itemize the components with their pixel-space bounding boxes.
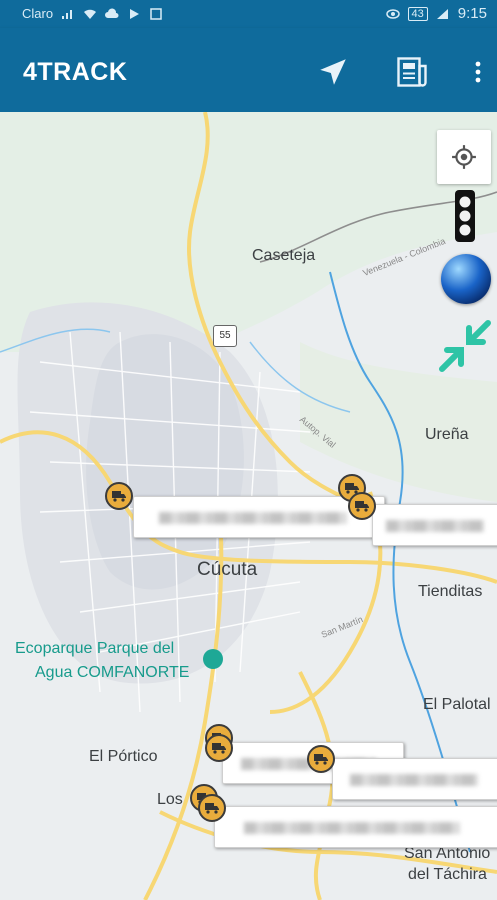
truck-icon xyxy=(205,803,219,814)
truck-marker[interactable] xyxy=(307,745,335,773)
more-vert-icon xyxy=(475,61,481,83)
truck-icon xyxy=(212,743,226,754)
map-view[interactable]: Caseteja 55 Venezuela - Colombia Autop. … xyxy=(0,112,497,900)
app-title: 4TRACK xyxy=(23,58,128,86)
vehicle-info-bubble[interactable] xyxy=(133,496,385,538)
vehicle-info-bubble[interactable] xyxy=(372,504,497,546)
map-label-caseteja: Caseteja xyxy=(252,247,316,264)
truck-marker[interactable] xyxy=(198,794,226,822)
truck-marker[interactable] xyxy=(205,734,233,762)
vehicle-info-redacted xyxy=(159,512,347,524)
status-bar: Claro 43 9:15 xyxy=(0,0,497,28)
eye-icon xyxy=(385,8,400,19)
vehicle-info-bubble[interactable] xyxy=(332,758,497,800)
more-button[interactable] xyxy=(458,52,497,92)
cloud-icon xyxy=(105,7,119,18)
app-bar: 4TRACK xyxy=(0,28,497,112)
map-label-tienditas: Tienditas xyxy=(418,583,483,600)
map-label-urena: Ureña xyxy=(425,426,469,443)
cell-signal-icon xyxy=(436,8,448,19)
vehicle-info-redacted xyxy=(350,774,478,786)
news-icon xyxy=(150,7,162,20)
vehicle-info-redacted xyxy=(243,822,460,834)
map-label-el-portico: El Pórtico xyxy=(89,748,158,765)
carrier-name: Claro xyxy=(22,6,54,21)
vehicle-info-redacted xyxy=(386,520,484,532)
navigation-arrow-icon xyxy=(320,59,346,85)
battery-indicator: 43 xyxy=(407,6,428,21)
truck-icon xyxy=(314,754,328,765)
battery-level: 43 xyxy=(411,7,424,20)
navigation-button[interactable] xyxy=(313,52,353,92)
highway-number: 55 xyxy=(219,330,231,341)
highway-shield: 55 xyxy=(213,325,237,347)
park-poi-icon[interactable] xyxy=(203,649,223,669)
map-label-ecoparque: Ecoparque Parque del xyxy=(15,640,175,657)
report-button[interactable] xyxy=(392,52,432,92)
collapse-button[interactable] xyxy=(436,318,494,374)
globe-icon[interactable] xyxy=(441,254,491,304)
truck-icon xyxy=(355,501,369,512)
truck-marker[interactable] xyxy=(105,482,133,510)
map-label-los: Los xyxy=(157,791,183,808)
wifi-icon xyxy=(84,9,97,19)
map-label-ecoparque-2: Agua COMFANORTE xyxy=(35,664,190,681)
traffic-light-icon xyxy=(455,190,475,242)
truck-marker[interactable] xyxy=(348,492,376,520)
map-label-del-tachira: del Táchira xyxy=(408,866,487,883)
my-location-button[interactable] xyxy=(437,130,491,184)
map-label-el-palotal: El Palotal xyxy=(423,696,491,713)
clock: 9:15 xyxy=(457,5,487,22)
signal-icon xyxy=(62,9,73,19)
truck-icon xyxy=(112,491,126,502)
play-store-icon xyxy=(130,8,140,19)
vehicle-info-bubble[interactable] xyxy=(214,806,497,848)
traffic-layer-button[interactable] xyxy=(450,188,480,244)
collapse-icon xyxy=(439,320,491,372)
map-label-cucuta: Cúcuta xyxy=(197,559,258,580)
my-location-icon xyxy=(452,145,476,169)
report-icon xyxy=(397,57,427,87)
